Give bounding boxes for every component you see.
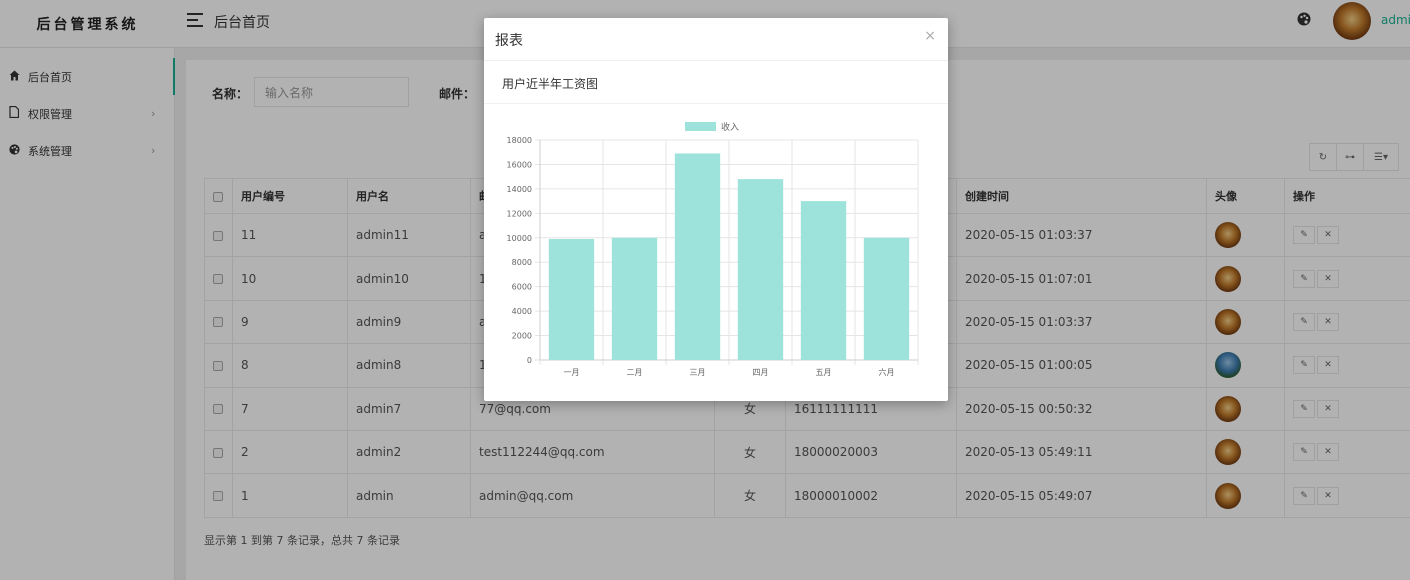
y-tick-label: 4000 [512,307,532,316]
x-tick-label: 四月 [753,368,769,377]
chart-bar [674,153,721,360]
legend-label: 收入 [721,121,739,133]
y-tick-label: 16000 [507,160,532,169]
x-tick-label: 一月 [564,368,580,377]
chart-bar [548,239,595,360]
y-tick-label: 0 [527,356,532,365]
divider [484,103,948,104]
y-tick-label: 2000 [512,332,532,341]
y-tick-label: 18000 [507,136,532,145]
close-icon[interactable]: × [924,28,936,44]
chart-heading: 用户近半年工资图 [502,77,599,91]
y-tick-label: 6000 [512,283,532,292]
chart-bar [863,237,910,360]
report-modal: 报表 × 用户近半年工资图 收入 0 2000 4000 6000 8000 10000 12… [484,18,948,401]
x-tick-label: 六月 [879,367,895,377]
y-tick-label: 12000 [507,209,532,218]
x-tick-label: 三月 [690,368,706,377]
salary-bar-chart: 收入 0 2000 4000 6000 8000 10000 12000 14000 16000 1… [507,121,919,377]
chart-bar [611,237,658,360]
y-tick-label: 10000 [507,234,532,243]
modal-title: 报表 [495,33,523,49]
y-tick-label: 8000 [512,258,532,267]
modal-header: 报表 × [484,18,948,61]
chart-bar [737,179,784,360]
x-tick-label: 二月 [627,368,643,377]
chart-bar [800,201,847,360]
legend-swatch [685,122,716,131]
y-tick-label: 14000 [507,185,532,194]
x-tick-label: 五月 [816,368,832,377]
